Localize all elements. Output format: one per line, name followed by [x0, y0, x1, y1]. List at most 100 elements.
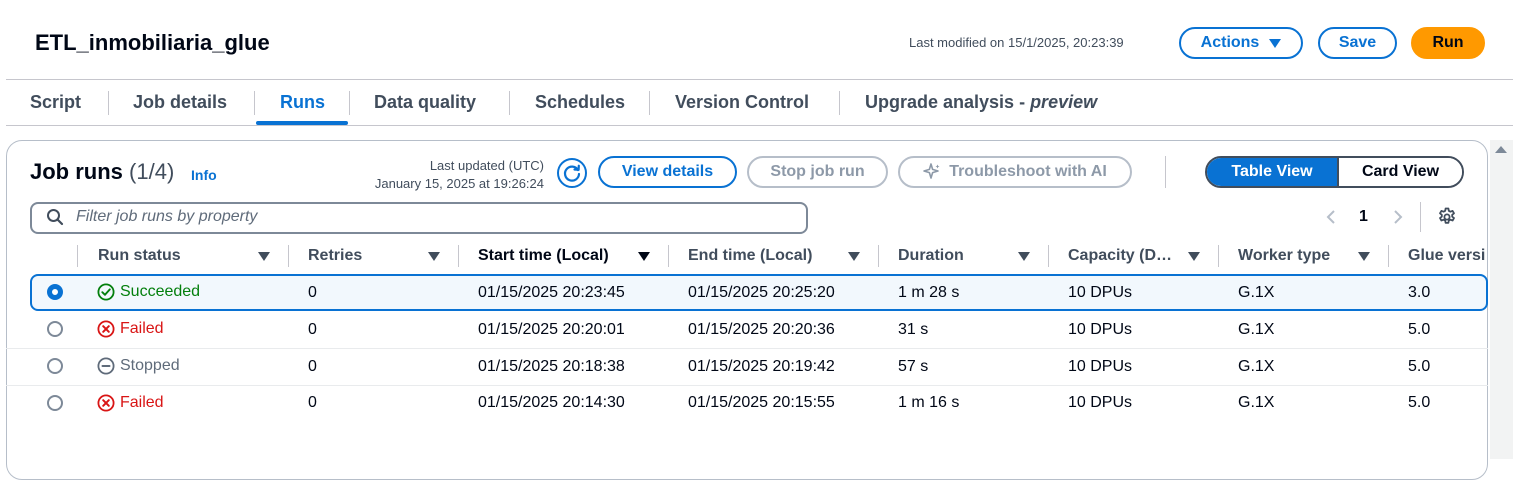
cell-duration: 1 m 28 s	[898, 284, 960, 301]
cell-duration: 1 m 16 s	[898, 394, 960, 411]
cell-worker-type: G.1X	[1238, 284, 1275, 301]
cell-worker-type: G.1X	[1238, 358, 1275, 375]
job-runs-count: (1/4)	[129, 159, 175, 184]
refresh-icon[interactable]	[556, 157, 588, 189]
row-radio[interactable]	[47, 321, 63, 337]
cell-worker-type: G.1X	[1238, 321, 1275, 338]
run-button[interactable]: Run	[1411, 27, 1485, 59]
column-divider[interactable]	[1048, 245, 1049, 267]
tab-schedules[interactable]: Schedules	[535, 92, 625, 113]
scrollbar[interactable]	[1490, 140, 1513, 459]
cell-capacity: 10 DPUs	[1068, 284, 1133, 301]
tab-divider	[349, 91, 350, 115]
last-modified-text: Last modified on 15/1/2025, 20:23:39	[909, 35, 1124, 50]
tabs-divider	[6, 125, 1513, 126]
caret-down-icon	[1269, 38, 1282, 48]
sort-descending-icon[interactable]	[638, 252, 650, 261]
last-updated-value: January 15, 2025 at 19:26:24	[374, 176, 544, 191]
status-text: Stopped	[120, 357, 180, 374]
header-divider	[6, 79, 1513, 80]
tab-script[interactable]: Script	[30, 92, 81, 113]
sort-icon[interactable]	[258, 252, 270, 261]
cell-glue-version: 3.0	[1408, 284, 1431, 301]
tab-divider	[839, 91, 840, 115]
status-failed: Failed	[97, 320, 164, 338]
tab-job-details[interactable]: Job details	[133, 92, 227, 113]
col-capacity[interactable]: Capacity (D…	[1068, 247, 1172, 265]
cell-glue-version: 5.0	[1408, 394, 1431, 411]
sort-icon[interactable]	[1188, 252, 1200, 261]
row-radio[interactable]	[47, 395, 63, 411]
cell-retries: 0	[308, 284, 317, 301]
column-divider[interactable]	[288, 245, 289, 267]
troubleshoot-ai-label: Troubleshoot with AI	[949, 163, 1107, 180]
tab-version-control[interactable]: Version Control	[675, 92, 809, 113]
tab-divider	[649, 91, 650, 115]
actions-button[interactable]: Actions	[1179, 27, 1303, 59]
column-divider[interactable]	[1218, 245, 1219, 267]
cell-worker-type: G.1X	[1238, 394, 1275, 411]
info-link[interactable]: Info	[191, 167, 217, 183]
tab-divider	[509, 91, 510, 115]
tab-divider	[108, 91, 109, 115]
col-worker-type[interactable]: Worker type	[1238, 247, 1330, 265]
tab-runs[interactable]: Runs	[280, 92, 325, 113]
sparkle-icon	[923, 163, 940, 179]
stop-job-run-button[interactable]: Stop job run	[747, 156, 888, 188]
cell-start-time: 01/15/2025 20:18:38	[478, 358, 625, 375]
toolbar-divider	[1165, 156, 1166, 188]
cell-capacity: 10 DPUs	[1068, 358, 1133, 375]
column-divider[interactable]	[458, 245, 459, 267]
column-divider[interactable]	[1388, 245, 1389, 267]
col-glue-version[interactable]: Glue versi	[1408, 247, 1488, 265]
actions-label: Actions	[1200, 34, 1260, 51]
cell-duration: 57 s	[898, 358, 929, 375]
save-button[interactable]: Save	[1318, 27, 1397, 59]
table-view-button[interactable]: Table View	[1207, 158, 1337, 186]
chevron-left-icon[interactable]	[1325, 209, 1337, 225]
status-text: Failed	[120, 394, 164, 411]
tab-divider	[254, 91, 255, 115]
job-title: ETL_inmobiliaria_glue	[35, 30, 270, 55]
view-details-button[interactable]: View details	[598, 156, 737, 188]
card-view-button[interactable]: Card View	[1337, 158, 1462, 186]
chevron-right-icon[interactable]	[1392, 209, 1404, 225]
sort-icon[interactable]	[1018, 252, 1030, 261]
cell-start-time: 01/15/2025 20:23:45	[478, 284, 625, 301]
col-end-time[interactable]: End time (Local)	[688, 247, 812, 265]
gear-icon[interactable]	[1437, 207, 1457, 227]
column-divider[interactable]	[668, 245, 669, 267]
preview-label: preview	[1030, 92, 1098, 112]
troubleshoot-ai-button[interactable]: Troubleshoot with AI	[898, 156, 1132, 188]
column-divider[interactable]	[878, 245, 879, 267]
col-run-status[interactable]: Run status	[98, 247, 181, 265]
row-radio[interactable]	[47, 358, 63, 374]
sort-icon[interactable]	[848, 252, 860, 261]
cell-glue-version: 5.0	[1408, 358, 1431, 375]
last-updated-label: Last updated (UTC)	[429, 158, 544, 173]
status-stopped: Stopped	[97, 357, 180, 375]
cell-end-time: 01/15/2025 20:20:36	[688, 321, 835, 338]
cell-glue-version: 5.0	[1408, 321, 1431, 338]
tab-upgrade-analysis[interactable]: Upgrade analysis - preview	[865, 92, 1097, 113]
sort-icon[interactable]	[428, 252, 440, 261]
scroll-up-arrow-icon[interactable]	[1495, 146, 1507, 153]
status-text: Succeeded	[120, 283, 201, 300]
page-number[interactable]: 1	[1359, 208, 1368, 226]
col-start-time[interactable]: Start time (Local)	[478, 247, 609, 265]
col-retries[interactable]: Retries	[308, 247, 362, 265]
row-radio[interactable]	[47, 284, 63, 300]
cell-end-time: 01/15/2025 20:25:20	[688, 284, 835, 301]
status-succeeded: Succeeded	[97, 283, 200, 301]
job-runs-title: Job runs	[30, 159, 123, 184]
sort-icon[interactable]	[1358, 252, 1370, 261]
search-icon	[47, 209, 64, 226]
cell-start-time: 01/15/2025 20:14:30	[478, 394, 625, 411]
tab-data-quality[interactable]: Data quality	[374, 92, 476, 113]
col-duration[interactable]: Duration	[898, 247, 964, 265]
stopped-icon	[97, 357, 115, 375]
status-text: Failed	[120, 320, 164, 337]
status-failed: Failed	[97, 394, 164, 412]
cell-end-time: 01/15/2025 20:19:42	[688, 358, 835, 375]
pagination-divider	[1420, 202, 1421, 232]
